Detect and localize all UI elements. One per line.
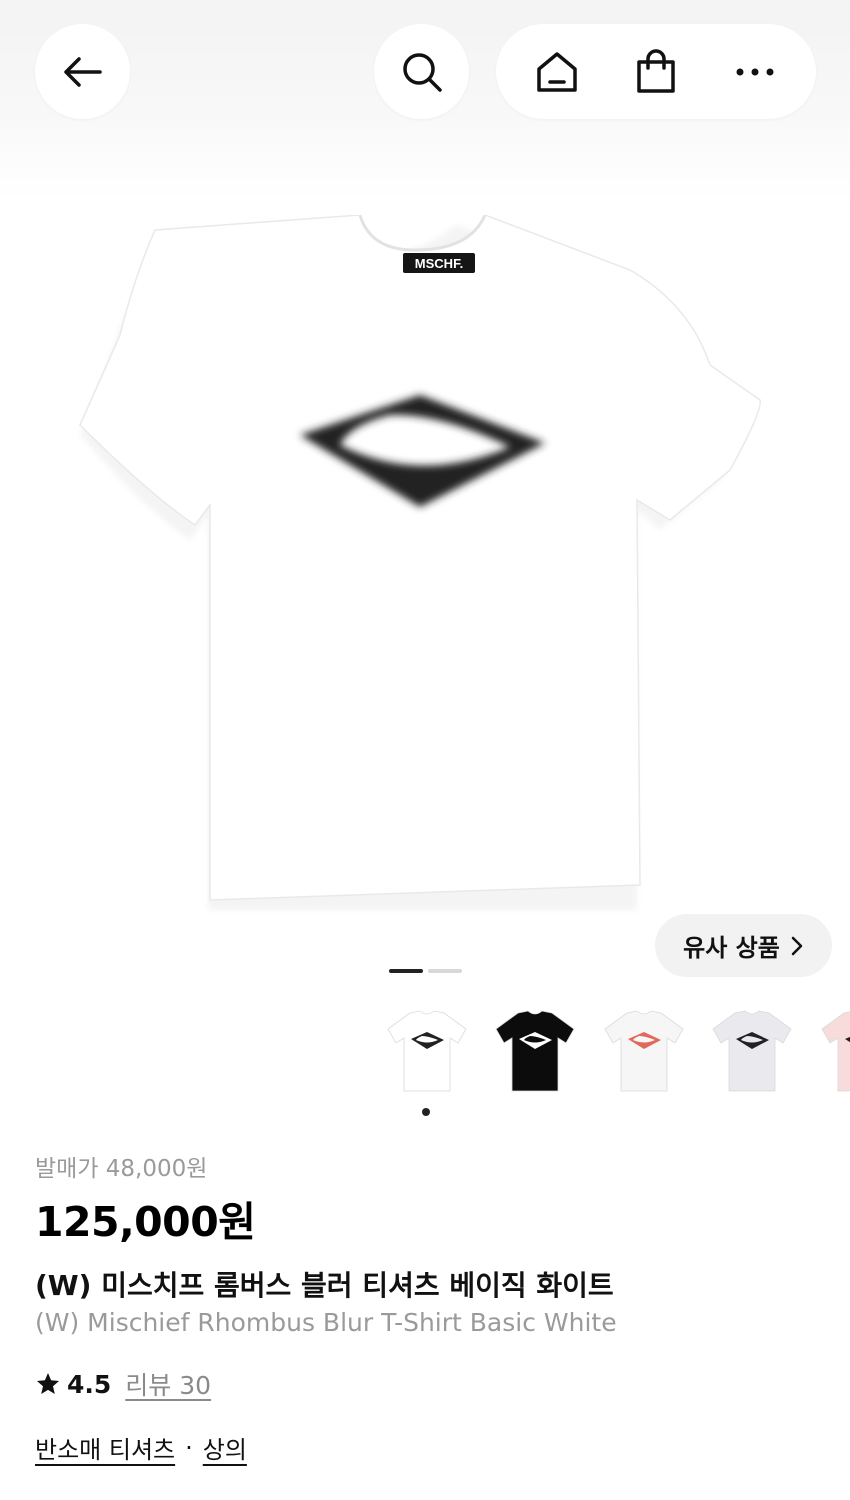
reviews-link[interactable]: 리뷰 30 (125, 1366, 211, 1402)
home-button[interactable] (522, 37, 592, 107)
brand-tag: MSCHF. (415, 256, 463, 271)
product-title-english: (W) Mischief Rhombus Blur T-Shirt Basic … (35, 1308, 617, 1337)
more-button[interactable] (720, 37, 790, 107)
color-option-list (382, 1005, 850, 1100)
product-title-korean: (W) 미스치프 롬버스 블러 티셔츠 베이직 화이트 (35, 1269, 614, 1302)
rating-row: 4.5 리뷰 30 (35, 1366, 815, 1402)
category-separator: · (185, 1433, 193, 1462)
back-button[interactable] (35, 24, 130, 119)
category-secondary-link[interactable]: 상의 (203, 1430, 247, 1465)
color-option-thumbnail[interactable] (490, 1005, 580, 1097)
cart-button[interactable] (621, 37, 691, 107)
star-icon (37, 1373, 59, 1394)
similar-products-button[interactable]: 유사 상품 (655, 914, 832, 977)
category-breadcrumb: 반소매 티셔츠 · 상의 (35, 1430, 815, 1465)
header-actions (496, 24, 816, 119)
product-image[interactable]: MSCHF. (70, 215, 780, 915)
release-price: 발매가 48,000원 (35, 1156, 208, 1182)
color-option-thumbnail[interactable] (599, 1005, 689, 1097)
similar-products-label: 유사 상품 (683, 934, 780, 962)
current-price: 125,000원 (35, 1198, 256, 1246)
search-button[interactable] (374, 24, 469, 119)
home-icon (537, 51, 578, 92)
carousel-indicator-active (389, 969, 423, 973)
color-option-thumbnail[interactable] (707, 1005, 797, 1097)
more-horizontal-icon (736, 68, 774, 75)
category-primary-link[interactable]: 반소매 티셔츠 (35, 1430, 175, 1465)
search-icon (399, 49, 445, 95)
carousel-indicator (428, 969, 462, 973)
selected-option-dot (422, 1108, 430, 1116)
color-option-thumbnail[interactable] (816, 1005, 850, 1097)
arrow-left-icon (60, 49, 106, 95)
chevron-right-icon (791, 936, 803, 955)
color-option-thumbnail[interactable] (382, 1005, 472, 1097)
shopping-bag-icon (637, 48, 675, 93)
rating-score: 4.5 (67, 1369, 112, 1399)
